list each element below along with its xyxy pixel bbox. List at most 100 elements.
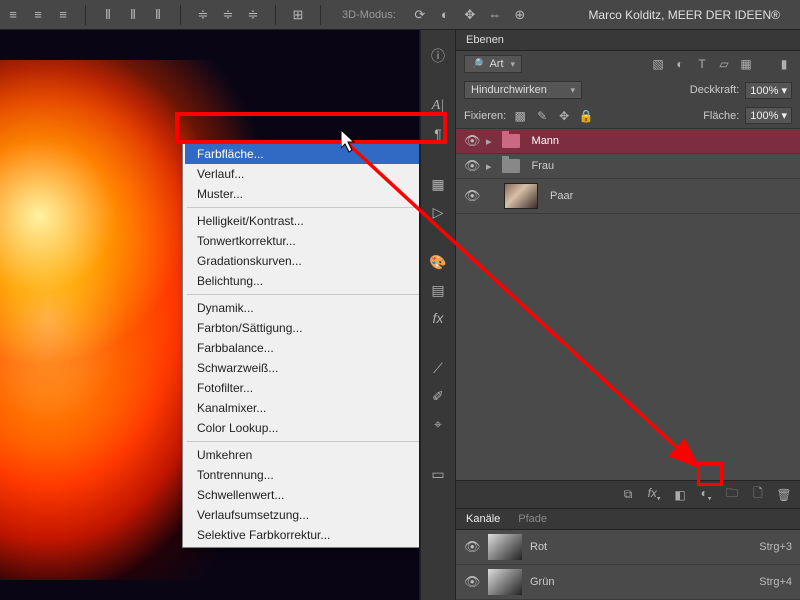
layer-thumbnail — [504, 183, 538, 209]
paths-tab[interactable]: Pfade — [518, 513, 547, 525]
layer-filter-row: 🔎Art ▧ ◐ T ▱ ▦ ▮ — [456, 51, 800, 77]
filter-adjust-icon[interactable]: ◐ — [672, 56, 688, 72]
distribute-h2-icon[interactable]: ⦀ — [124, 6, 142, 24]
menu-item-gradationskurven[interactable]: Gradationskurven... — [185, 251, 420, 271]
menu-item-helligkeit-kontrast[interactable]: Helligkeit/Kontrast... — [185, 211, 420, 231]
navigator-panel-icon[interactable]: ▷ — [423, 198, 453, 226]
distribute-h3-icon[interactable]: ⦀ — [149, 6, 167, 24]
align-right-icon[interactable]: ≡ — [54, 6, 72, 24]
lock-pixels-icon[interactable]: ▩ — [512, 108, 528, 124]
filter-type-icon[interactable]: T — [694, 56, 710, 72]
menu-item-schwellenwert[interactable]: Schwellenwert... — [185, 485, 420, 505]
menu-item-dynamik[interactable]: Dynamik... — [185, 298, 420, 318]
collapsed-panel-strip: ⓘ A| ¶ ▦ ▷ 🎨 ▤ fx ⟋ ✐ ⌖ ▭ — [420, 30, 456, 600]
lock-label: Fixieren: — [464, 110, 506, 122]
link-layers-icon[interactable]: ⧉ — [620, 487, 636, 502]
adjustments-panel-icon[interactable]: ▤ — [423, 276, 453, 304]
layer-name: Frau — [532, 160, 555, 172]
brush-presets-icon[interactable]: ✐ — [423, 382, 453, 410]
expand-icon[interactable] — [486, 160, 496, 173]
adjustment-layer-icon[interactable]: ◐▾ — [698, 486, 714, 502]
channel-shortcut: Strg+3 — [759, 541, 792, 553]
menu-item-color-lookup[interactable]: Color Lookup... — [185, 418, 420, 438]
history-panel-icon[interactable]: ▭ — [423, 460, 453, 488]
layer-fx-icon[interactable]: fx▾ — [646, 486, 662, 502]
filter-type-dropdown[interactable]: 🔎Art — [464, 55, 522, 73]
channels-tab[interactable]: Kanäle — [466, 513, 500, 525]
menu-item-selektive-farbkorrektur[interactable]: Selektive Farbkorrektur... — [185, 525, 420, 545]
channel-thumbnail — [488, 569, 522, 595]
new-layer-icon[interactable]: 🗋 — [750, 484, 766, 505]
3d-roll-icon[interactable]: ◐ — [436, 6, 454, 24]
menu-item-farbton-s-ttigung[interactable]: Farbton/Sättigung... — [185, 318, 420, 338]
brush-panel-icon[interactable]: ⟋ — [423, 354, 453, 382]
color-panel-icon[interactable]: 🎨 — [423, 248, 453, 276]
distribute-v3-icon[interactable]: ≑ — [244, 6, 262, 24]
menu-item-tontrennung[interactable]: Tontrennung... — [185, 465, 420, 485]
channels-list: 👁 Rot Strg+3 👁GrünStrg+4 — [456, 530, 800, 600]
styles-panel-icon[interactable]: fx — [423, 304, 453, 332]
visibility-icon[interactable]: 👁 — [464, 133, 480, 149]
channel-thumbnail — [488, 534, 522, 560]
cursor-icon — [341, 130, 361, 154]
distribute-v1-icon[interactable]: ≑ — [194, 6, 212, 24]
delete-layer-icon[interactable]: 🗑 — [776, 488, 792, 502]
menu-item-umkehren[interactable]: Umkehren — [185, 445, 420, 465]
distribute-v2-icon[interactable]: ≑ — [219, 6, 237, 24]
options-toolbar: ≡ ≡ ≡ ⦀ ⦀ ⦀ ≑ ≑ ≑ ⊞ 3D-Modus: ⟳ ◐ ✥ ⇔ ⊕ … — [0, 0, 800, 30]
3d-scale-icon[interactable]: ⊕ — [511, 6, 529, 24]
swatches-panel-icon[interactable]: ▦ — [423, 170, 453, 198]
layers-panel-header[interactable]: Ebenen — [456, 30, 800, 51]
layer-group-icon[interactable]: 🗀 — [724, 484, 740, 505]
visibility-icon[interactable]: 👁 — [464, 539, 480, 555]
canvas-area[interactable]: Farbfläche...Verlauf...Muster... Helligke… — [0, 30, 420, 600]
right-panels: Ebenen 🔎Art ▧ ◐ T ▱ ▦ ▮ Hindurchwirken D… — [456, 30, 800, 600]
menu-item-schwarzwei[interactable]: Schwarzweiß... — [185, 358, 420, 378]
menu-item-fotofilter[interactable]: Fotofilter... — [185, 378, 420, 398]
visibility-icon[interactable]: 👁 — [464, 574, 480, 590]
menu-item-belichtung[interactable]: Belichtung... — [185, 271, 420, 291]
blend-mode-dropdown[interactable]: Hindurchwirken — [464, 81, 582, 99]
menu-item-verlaufsumsetzung[interactable]: Verlaufsumsetzung... — [185, 505, 420, 525]
layer-name: Paar — [550, 190, 573, 202]
adjustment-context-menu: Farbfläche...Verlauf...Muster... Helligke… — [182, 141, 420, 548]
filter-shape-icon[interactable]: ▱ — [716, 56, 732, 72]
channel-name: Rot — [530, 541, 547, 553]
menu-item-farbbalance[interactable]: Farbbalance... — [185, 338, 420, 358]
filter-toggle-icon[interactable]: ▮ — [776, 56, 792, 72]
lock-all-icon[interactable]: 🔒 — [578, 108, 594, 124]
opacity-value[interactable]: 100% ▾ — [745, 82, 792, 99]
align-center-icon[interactable]: ≡ — [29, 6, 47, 24]
expand-icon[interactable] — [486, 135, 496, 148]
channels-panel-header: Kanäle Pfade — [456, 508, 800, 530]
menu-item-muster[interactable]: Muster... — [185, 184, 420, 204]
3d-slide-icon[interactable]: ⇔ — [486, 6, 504, 24]
menu-item-verlauf[interactable]: Verlauf... — [185, 164, 420, 184]
lock-paint-icon[interactable]: ✎ — [534, 108, 550, 124]
menu-item-farbfl-che[interactable]: Farbfläche... — [185, 144, 420, 164]
channel-rot[interactable]: 👁 Rot Strg+3 — [456, 530, 800, 565]
visibility-icon[interactable]: 👁 — [464, 158, 480, 174]
auto-align-icon[interactable]: ⊞ — [289, 6, 307, 24]
menu-item-tonwertkorrektur[interactable]: Tonwertkorrektur... — [185, 231, 420, 251]
workspace-label[interactable]: Marco Kolditz, MEER DER IDEEN® — [588, 8, 796, 22]
distribute-h1-icon[interactable]: ⦀ — [99, 6, 117, 24]
visibility-icon[interactable]: 👁 — [464, 188, 480, 204]
paragraph-panel-icon[interactable]: ¶ — [423, 120, 453, 148]
info-panel-icon[interactable]: ⓘ — [423, 42, 453, 70]
character-panel-icon[interactable]: A| — [423, 92, 453, 120]
menu-item-kanalmixer[interactable]: Kanalmixer... — [185, 398, 420, 418]
filter-pixel-icon[interactable]: ▧ — [650, 56, 666, 72]
filter-smart-icon[interactable]: ▦ — [738, 56, 754, 72]
layer-frau[interactable]: 👁 Frau — [456, 154, 800, 179]
align-left-icon[interactable]: ≡ — [4, 6, 22, 24]
tool-presets-icon[interactable]: ⌖ — [423, 410, 453, 438]
3d-move-icon[interactable]: ✥ — [461, 6, 479, 24]
fill-value[interactable]: 100% ▾ — [745, 107, 792, 124]
3d-orbit-icon[interactable]: ⟳ — [411, 6, 429, 24]
layer-mann[interactable]: 👁Mann — [456, 129, 800, 154]
lock-position-icon[interactable]: ✥ — [556, 108, 572, 124]
layer-paar[interactable]: 👁 Paar — [456, 179, 800, 214]
layer-mask-icon[interactable]: ◧ — [672, 488, 688, 502]
channel-grün[interactable]: 👁GrünStrg+4 — [456, 565, 800, 600]
